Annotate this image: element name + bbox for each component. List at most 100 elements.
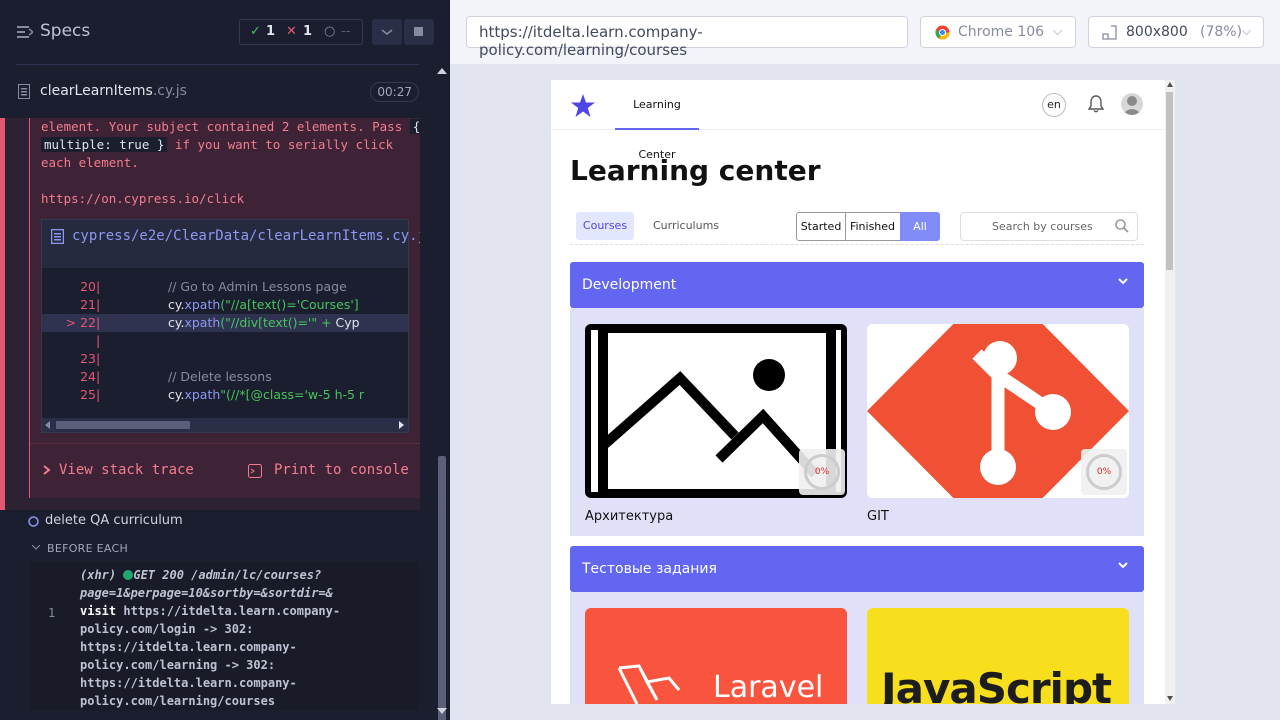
scroll-right-icon[interactable] (399, 421, 405, 429)
scrollbar-thumb[interactable] (438, 456, 446, 720)
options-button[interactable] (372, 19, 402, 45)
code-file-path[interactable]: cypress/e2e/ClearData/clearLearnItems.cy… (72, 228, 420, 244)
code-text: cy.xpath("//a[text()='Courses'] (168, 296, 359, 314)
course-card[interactable]: 0% (585, 324, 847, 498)
avatar[interactable] (1121, 93, 1143, 115)
error-line-3: each element. (41, 155, 139, 170)
divider (30, 443, 420, 444)
line-gutter: | (96, 333, 101, 348)
app-scrollbar[interactable] (1165, 80, 1175, 704)
scrollbar-thumb[interactable] (56, 421, 190, 429)
line-number: 23 (80, 351, 96, 366)
aut-stage: Learning Center en Learning center Cours… (450, 64, 1280, 720)
stop-icon (414, 27, 423, 36)
app-frame: Learning Center en Learning center Cours… (551, 80, 1175, 704)
progress-ring: 0% (804, 454, 840, 490)
code-frame-header[interactable]: cypress/e2e/ClearData/clearLearnItems.cy… (42, 220, 420, 268)
hook-header[interactable]: BEFORE EACH (30, 542, 128, 555)
pending-icon: ○ (324, 24, 336, 39)
cross-icon: ✕ (286, 24, 297, 39)
file-icon (51, 229, 64, 244)
code-object: cy. (168, 315, 185, 330)
bell-icon[interactable] (1088, 95, 1104, 113)
line-gutter: | (96, 351, 101, 366)
progress-indicator: 0% (1081, 449, 1127, 495)
chevron-down-icon[interactable] (1118, 562, 1128, 569)
runner-scrollbar[interactable] (434, 64, 450, 720)
code-text: cy.xpath"(//*[@class='w-5 h-5 r (168, 386, 364, 404)
section-development[interactable]: Development (570, 262, 1144, 308)
language-switch[interactable]: en (1042, 93, 1066, 117)
running-icon (28, 516, 39, 527)
logo-star-icon[interactable] (571, 94, 595, 117)
nav-tab-learning-center[interactable]: Learning Center (615, 80, 699, 161)
code-function: xpath (184, 297, 221, 312)
code-function: xpath (184, 315, 221, 330)
viewport-scale: (78%) (1200, 24, 1243, 40)
scroll-down-icon[interactable] (1167, 696, 1173, 701)
filter-finished[interactable]: Finished (845, 212, 901, 241)
line-number: 20 (80, 279, 96, 294)
code-chip: multiple: true } (41, 137, 168, 152)
scroll-up-icon[interactable] (1167, 82, 1173, 87)
search-input[interactable]: Search by courses (960, 212, 1138, 241)
page-title: Learning center (570, 154, 821, 187)
line-gutter: | (96, 297, 101, 312)
line-number: 24 (80, 369, 96, 384)
course-card[interactable]: 0% (867, 324, 1129, 498)
search-icon[interactable] (1115, 219, 1129, 233)
browser-name: Chrome 106 (958, 24, 1045, 40)
course-title[interactable]: Архитектура (585, 509, 673, 524)
code-object: cy. (168, 297, 185, 312)
course-title[interactable]: GIT (867, 509, 889, 524)
filter-all[interactable]: All (900, 212, 940, 241)
scrollbar-thumb[interactable] (1166, 92, 1173, 270)
line-number: > 22 (65, 315, 96, 330)
specs-header: Specs ✓ 1 ✕ 1 ○ -- (0, 0, 450, 64)
xhr-label: (xhr) (80, 568, 117, 582)
line-gutter: | (96, 279, 101, 294)
scroll-up-icon[interactable] (437, 68, 447, 74)
browser-selector[interactable]: Chrome 106 (920, 16, 1076, 48)
code-horizontal-scrollbar[interactable] (42, 418, 408, 432)
section-cards: Laravel JavaScript (570, 592, 1144, 704)
scroll-left-icon[interactable] (45, 421, 51, 429)
print-to-console-button[interactable]: Print to console (274, 462, 409, 478)
spec-file-base: clearLearnItems (40, 83, 153, 99)
error-line-1: element. Your subject contained 2 elemen… (41, 119, 403, 134)
stop-button[interactable] (404, 19, 434, 45)
view-stack-trace-button[interactable]: View stack trace (59, 462, 194, 478)
code-line: 21 | cy.xpath("//a[text()='Courses'] (42, 296, 408, 314)
tab-curriculums[interactable]: Curriculums (648, 212, 724, 240)
viewport-selector[interactable]: 800x800 (78%) (1088, 16, 1264, 48)
aut-panel: https://itdelta.learn.company-policy.com… (450, 0, 1280, 720)
test-stats: ✓ 1 ✕ 1 ○ -- (239, 19, 363, 45)
chevron-down-icon (381, 29, 393, 35)
divider (570, 244, 1144, 245)
error-panel: element. Your subject contained 2 elemen… (0, 118, 420, 510)
specs-title[interactable]: Specs (40, 21, 90, 41)
card-logo-text: JavaScript (881, 664, 1112, 704)
code-chip-open: { (409, 119, 420, 134)
course-card[interactable]: Laravel (585, 608, 847, 704)
code-rest: Cyp (335, 315, 360, 330)
url-bar[interactable]: https://itdelta.learn.company-policy.com… (466, 16, 908, 59)
section-test-tasks[interactable]: Тестовые задания (570, 546, 1144, 592)
app-navbar: Learning Center en (551, 80, 1165, 161)
docs-link[interactable]: https://on.cypress.io/click (41, 190, 401, 208)
filter-started[interactable]: Started (796, 212, 846, 241)
code-object: cy. (168, 387, 185, 402)
course-card[interactable]: JavaScript (867, 608, 1129, 704)
test-item[interactable]: delete QA curriculum (28, 513, 183, 528)
error-border (29, 118, 30, 498)
line-number: 25 (80, 387, 96, 402)
line-number: 21 (80, 297, 96, 312)
menu-icon[interactable] (17, 26, 33, 38)
terminal-icon (248, 464, 262, 478)
hook-title: BEFORE EACH (47, 542, 129, 555)
code-string: "(//*[@class='w-5 h-5 r (220, 387, 365, 402)
command-log[interactable]: 1 (xhr) GET 200 /admin/lc/courses?page=1… (30, 562, 419, 710)
chevron-down-icon[interactable] (1118, 278, 1128, 285)
scroll-down-icon[interactable] (437, 708, 447, 714)
tab-courses[interactable]: Courses (576, 212, 634, 240)
